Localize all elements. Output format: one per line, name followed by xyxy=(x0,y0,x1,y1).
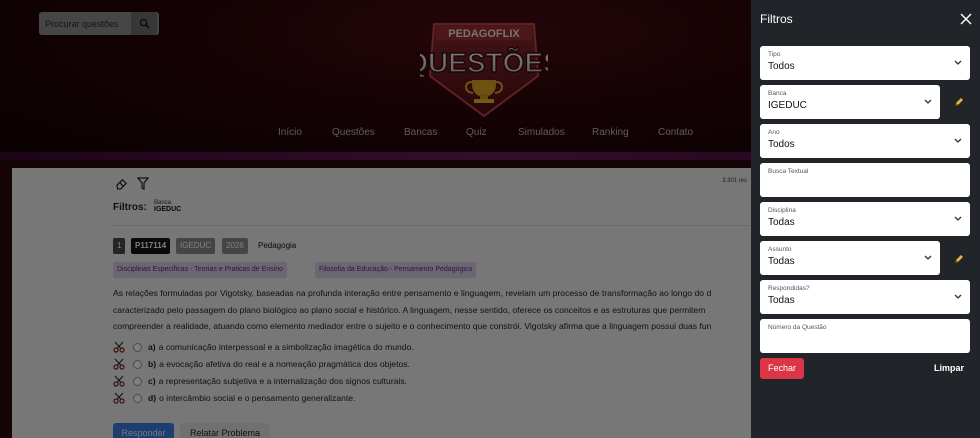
banca-badge[interactable]: IGEDUC xyxy=(176,238,216,254)
field-label: Banca xyxy=(768,90,787,97)
option-radio[interactable] xyxy=(133,342,142,352)
subject-badge[interactable]: Pedagogia xyxy=(254,238,300,254)
relatar-problema-button[interactable]: Relatar Problema xyxy=(180,423,270,438)
option-text: a evocação afetiva do real e a nomeação … xyxy=(159,359,410,369)
nav-inicio[interactable]: Início xyxy=(278,127,302,138)
chevron-down-icon xyxy=(954,138,962,143)
disciplina-select[interactable]: Disciplina Todas xyxy=(760,202,970,236)
scissors-icon[interactable] xyxy=(113,392,125,404)
field-label: Disciplina xyxy=(768,207,796,214)
option-text: a comunicação interpessoal e a simboliza… xyxy=(158,342,414,352)
field-label: Respondidas? xyxy=(768,285,810,292)
chevron-down-icon xyxy=(954,60,962,65)
search-button[interactable] xyxy=(131,12,157,35)
field-value: Todos xyxy=(768,139,795,150)
chevron-down-icon xyxy=(924,99,932,104)
topic-tag[interactable]: Disciplinas Específicas - Teorias e Prat… xyxy=(113,262,288,278)
question-number-badge: 1 xyxy=(113,238,126,254)
field-value: IGEDUC xyxy=(768,100,807,111)
pencil-icon[interactable] xyxy=(954,97,964,107)
logo-main-text: QUESTÕES xyxy=(420,47,548,78)
nav-ranking[interactable]: Ranking xyxy=(592,127,629,138)
field-label: Ano xyxy=(768,129,780,136)
nav-simulados[interactable]: Simulados xyxy=(518,127,565,138)
option-letter: a) xyxy=(148,342,156,352)
scissors-icon[interactable] xyxy=(113,341,125,353)
search-input[interactable] xyxy=(39,12,131,35)
ano-select[interactable]: Ano Todos xyxy=(760,124,970,158)
scissors-icon[interactable] xyxy=(113,375,125,387)
search-icon xyxy=(139,18,150,29)
field-value: Todas xyxy=(768,217,795,228)
option-c[interactable]: c) a representação subjetiva e a interna… xyxy=(113,374,407,388)
option-letter: b) xyxy=(148,359,157,369)
fechar-button[interactable]: Fechar xyxy=(760,358,804,379)
results-count: 3.301 res xyxy=(722,178,748,184)
tipo-select[interactable]: Tipo Todos xyxy=(760,46,970,80)
logo-top-text: PEDAGOFLIX xyxy=(448,28,520,40)
busca-textual-input[interactable]: Busca Textual xyxy=(760,163,970,197)
eraser-icon[interactable] xyxy=(115,177,128,190)
chevron-down-icon xyxy=(924,255,932,260)
field-label: Assunto xyxy=(768,246,792,253)
banca-select[interactable]: Banca IGEDUC xyxy=(760,85,940,119)
active-filter-chip[interactable]: Banca IGEDUC xyxy=(154,200,181,213)
nav-contato[interactable]: Contato xyxy=(658,127,693,138)
option-a[interactable]: a) a comunicação interpessoal e a simbol… xyxy=(113,340,414,354)
chevron-down-icon xyxy=(954,216,962,221)
numero-questao-input[interactable]: Número da Questão xyxy=(760,319,970,353)
topic-tag[interactable]: Filosofia da Educação - Pensamento Pedag… xyxy=(315,262,477,278)
assunto-select[interactable]: Assunto Todas xyxy=(760,241,940,275)
option-radio[interactable] xyxy=(133,393,142,403)
question-list: 3.301 res Filtros: Banca IGEDUC 1 P11711… xyxy=(12,168,772,438)
respondidas-select[interactable]: Respondidas? Todas xyxy=(760,280,970,314)
option-letter: d) xyxy=(148,393,157,403)
option-d[interactable]: d) o intercâmbio social e o pensamento g… xyxy=(113,391,355,405)
nav-questoes[interactable]: Questões xyxy=(332,127,375,138)
pedagoflix-logo[interactable]: PEDAGOFLIX QUESTÕES xyxy=(420,16,548,120)
responder-button[interactable]: Responder xyxy=(113,423,174,438)
filter-icon[interactable] xyxy=(137,177,149,190)
scissors-icon[interactable] xyxy=(113,358,125,370)
option-text: o intercâmbio social e o pensamento gene… xyxy=(159,393,356,403)
field-value: Todas xyxy=(768,295,795,306)
search-box xyxy=(39,12,159,35)
field-label: Tipo xyxy=(768,51,781,58)
field-value: Todos xyxy=(768,61,795,72)
field-label: Busca Textual xyxy=(768,168,809,175)
question-text: As relações formuladas por Vigotsky, bas… xyxy=(113,285,773,335)
filters-panel: Filtros Tipo Todos Banca IGEDUC Ano Todo… xyxy=(751,0,980,438)
filters-label: Filtros: xyxy=(113,202,147,213)
limpar-button[interactable]: Limpar xyxy=(934,363,964,373)
field-value: Todas xyxy=(768,256,795,267)
question-id-badge: P117114 xyxy=(131,238,171,254)
question-text-line: caracterizado pelo passagem do plano bio… xyxy=(113,304,706,315)
divider xyxy=(112,225,772,226)
option-text: a representação subjetiva e a internaliz… xyxy=(158,376,408,386)
pencil-icon[interactable] xyxy=(954,254,964,264)
question-text-line: As relações formuladas por Vigotsky, bas… xyxy=(113,288,712,298)
field-label: Número da Questão xyxy=(768,324,827,331)
chevron-down-icon xyxy=(954,294,962,299)
option-radio[interactable] xyxy=(133,359,142,369)
question-text-line: compreender a realidade, atuando como el… xyxy=(113,321,712,331)
nav-bancas[interactable]: Bancas xyxy=(404,127,437,138)
year-badge[interactable]: 2026 xyxy=(222,238,248,254)
option-letter: c) xyxy=(148,376,156,386)
chip-value: IGEDUC xyxy=(154,206,182,213)
option-radio[interactable] xyxy=(133,376,142,386)
option-b[interactable]: b) a evocação afetiva do real e a nomeaç… xyxy=(113,357,410,371)
close-icon[interactable] xyxy=(959,12,973,26)
panel-title: Filtros xyxy=(760,12,793,26)
nav-quiz[interactable]: Quiz xyxy=(466,127,487,138)
